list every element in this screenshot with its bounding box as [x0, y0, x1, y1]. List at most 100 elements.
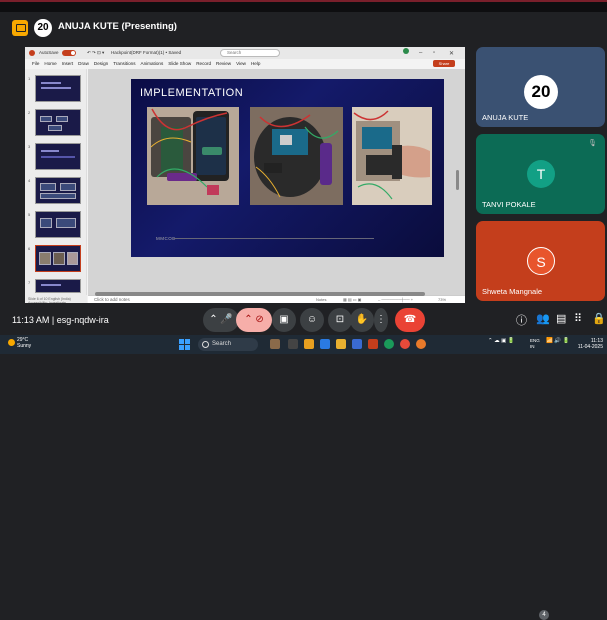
info-icon[interactable]: ⓘ	[516, 312, 527, 328]
emoji-button[interactable]: ☺	[300, 308, 324, 332]
thumb-photo	[67, 252, 78, 265]
current-slide[interactable]: IMPLEMENTATION MMCOE	[131, 79, 444, 257]
file-explorer-icon[interactable]	[304, 339, 314, 349]
lock-icon[interactable]: 🔒	[592, 312, 606, 325]
notes-pane[interactable]: Click to add notes Notes ▦ ▤ ▭ ▣ – ─────…	[88, 295, 465, 303]
weather-desc: Sunny	[17, 343, 32, 349]
thumb-box	[56, 218, 76, 228]
weather-sun-icon[interactable]	[8, 339, 15, 346]
menu-record[interactable]: Record	[196, 61, 211, 66]
menu-animations[interactable]: Animations	[141, 61, 164, 66]
microphone-button[interactable]: ⌃ 🎤	[203, 308, 239, 332]
slide-thumb-selected[interactable]: 6	[28, 245, 81, 272]
captions-button[interactable]: ▣	[272, 308, 296, 332]
present-icon: ⊡	[335, 314, 345, 325]
store-icon[interactable]	[352, 339, 362, 349]
raise-hand-button[interactable]: ✋	[350, 308, 374, 332]
task-view-icon[interactable]	[288, 339, 298, 349]
taskbar-search[interactable]: Search	[198, 338, 258, 351]
language-indicator[interactable]: ENG IN	[530, 338, 540, 349]
search-input[interactable]: Search	[220, 49, 280, 57]
participant-avatar: T	[527, 160, 555, 188]
captions-icon: ▣	[279, 314, 289, 325]
call-controls-bar: 11:13 AM | esg-nqdw-ira ⌃ 🎤 ⌃ ⊘ ▣ ☺ ⊡ ✋ …	[0, 305, 607, 620]
zoom-level[interactable]: 73%	[438, 297, 446, 302]
participant-tile[interactable]: S Shweta Mangnale	[476, 221, 605, 301]
notes-button[interactable]: Notes	[316, 297, 326, 302]
leave-call-button[interactable]: ☎	[395, 308, 425, 332]
thumb-box	[40, 116, 52, 122]
widget-app-icon[interactable]	[270, 339, 280, 349]
project-photo-module	[250, 107, 343, 205]
maximize-icon[interactable]: ▫	[433, 50, 435, 56]
windows-taskbar: 29°C Sunny Search ⌃ ☁ ▣ 🔋 ENG IN 📶 🔊 🔋 11:…	[0, 335, 607, 354]
minimize-icon[interactable]: –	[419, 50, 422, 56]
wifi-volume-icons[interactable]: 📶 🔊 🔋	[546, 338, 570, 344]
menu-help[interactable]: Help	[251, 61, 260, 66]
menu-review[interactable]: Review	[216, 61, 231, 66]
autosave-toggle[interactable]	[62, 50, 76, 56]
chat-icon[interactable]: ▤	[556, 312, 566, 325]
emoji-icon: ☺	[306, 314, 318, 325]
presenter-title: ANUJA KUTE (Presenting)	[58, 21, 177, 32]
project-photo-wristband	[352, 107, 432, 205]
hangup-icon: ☎	[403, 314, 417, 325]
undo-icons[interactable]: ↶ ↷ ⊡ ▾	[87, 50, 104, 56]
camera-button[interactable]: ⌃ ⊘	[236, 308, 272, 332]
firefox-icon[interactable]	[416, 339, 426, 349]
thumb-box	[40, 218, 52, 228]
slide-num: 2	[28, 110, 31, 115]
slide-thumb[interactable]: 5	[28, 211, 81, 238]
system-clock[interactable]: 11:13 11-04-2025	[578, 338, 603, 350]
menu-slideshow[interactable]: Slide Show	[168, 61, 191, 66]
menu-design[interactable]: Design	[94, 61, 108, 66]
slide-num: 6	[28, 246, 31, 251]
close-icon[interactable]: ✕	[449, 50, 454, 57]
activities-icon[interactable]: ⠿	[574, 312, 582, 325]
windows-start-icon[interactable]	[179, 339, 190, 350]
edge-icon[interactable]	[320, 339, 330, 349]
people-icon[interactable]: 👥	[536, 312, 550, 325]
slide-num: 4	[28, 178, 31, 183]
zoom-slider[interactable]: – ───────┼── +	[378, 297, 413, 302]
presenter-bar: 20 ANUJA KUTE (Presenting)	[0, 12, 607, 44]
weather-widget[interactable]: 29°C Sunny	[17, 337, 31, 349]
chrome-icon[interactable]	[384, 339, 394, 349]
menu-insert[interactable]: Insert	[62, 61, 74, 66]
participant-tile[interactable]: 20 ANUJA KUTE	[476, 47, 605, 127]
view-icons[interactable]: ▦ ▤ ▭ ▣	[343, 297, 361, 302]
slide-thumbnails: 1 2 3 4 5 6 7	[25, 69, 87, 295]
slide-thumb[interactable]: 7	[28, 279, 81, 293]
menu-view[interactable]: View	[236, 61, 246, 66]
more-options-button[interactable]: ⋮	[374, 308, 388, 332]
thumb-photo	[39, 252, 51, 265]
powerpoint-icon[interactable]	[368, 339, 378, 349]
participant-tile[interactable]: 🎙 T TANVI POKALE	[476, 134, 605, 214]
slide-num: 3	[28, 144, 31, 149]
participant-avatar: 20	[524, 75, 558, 109]
participant-count-badge: 4	[539, 610, 549, 620]
ppt-title-bar: AutoSave ↶ ↷ ⊡ ▾ Hackpoint(DRF Format)(1…	[25, 47, 465, 59]
menu-transitions[interactable]: Transitions	[113, 61, 135, 66]
slide-thumb[interactable]: 2	[28, 109, 81, 136]
presentation-icon[interactable]	[12, 20, 28, 36]
account-icon[interactable]	[403, 48, 409, 54]
powerpoint-window: AutoSave ↶ ↷ ⊡ ▾ Hackpoint(DRF Format)(1…	[25, 47, 465, 303]
menu-home[interactable]: Home	[44, 61, 56, 66]
chrome-profile-icon[interactable]	[400, 339, 410, 349]
search-placeholder: Search	[227, 50, 242, 55]
slide-thumb[interactable]: 1	[28, 75, 81, 102]
menu-draw[interactable]: Draw	[78, 61, 89, 66]
more-vert-icon: ⋮	[376, 314, 386, 325]
slide-thumb[interactable]: 3	[28, 143, 81, 170]
vertical-scrollbar[interactable]	[456, 170, 459, 190]
slide-edit-area: IMPLEMENTATION MMCOE	[88, 69, 465, 295]
share-button[interactable]: Share	[433, 60, 455, 67]
menu-file[interactable]: File	[32, 61, 39, 66]
present-button[interactable]: ⊡	[328, 308, 352, 332]
horizontal-scrollbar[interactable]	[95, 292, 425, 296]
tray-icons[interactable]: ⌃ ☁ ▣ 🔋	[488, 338, 515, 344]
slide-thumb[interactable]: 4	[28, 177, 81, 204]
slide-title: IMPLEMENTATION	[140, 87, 244, 99]
folder-icon[interactable]	[336, 339, 346, 349]
